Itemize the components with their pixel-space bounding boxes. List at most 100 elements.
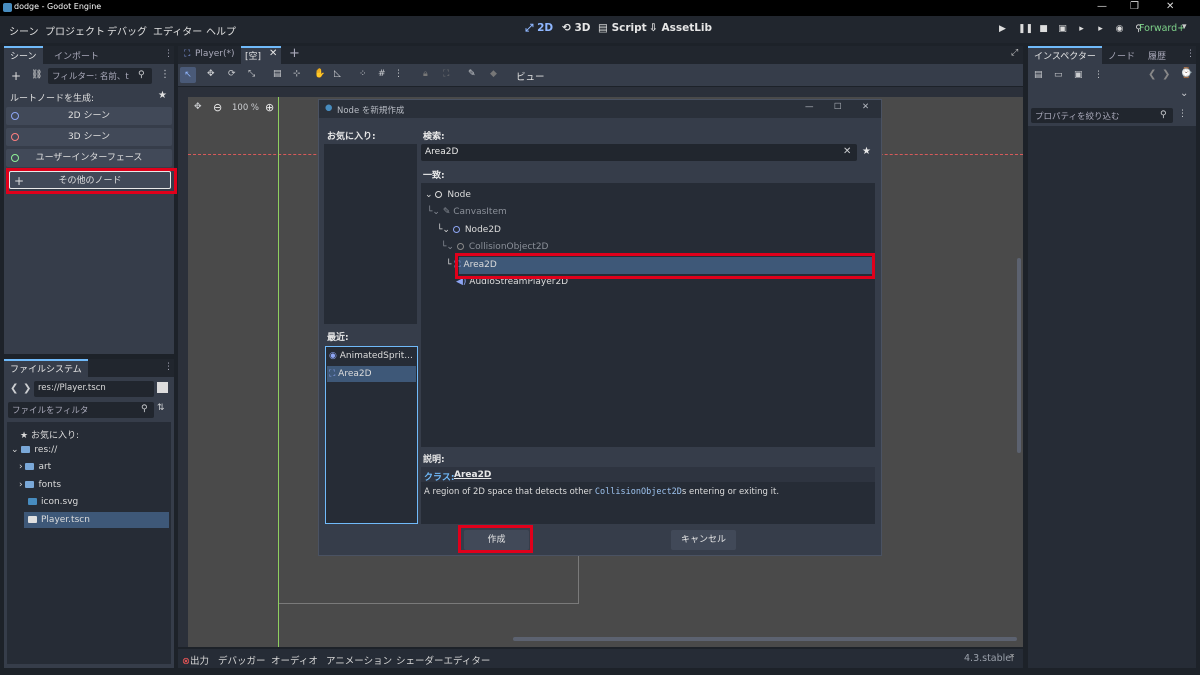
view-menu[interactable]: ビュー bbox=[516, 69, 545, 83]
center-view-icon[interactable]: ✥ bbox=[194, 102, 202, 112]
debugger-tab[interactable]: デバッガー bbox=[218, 653, 266, 667]
maximize-button[interactable]: ❐ bbox=[1130, 1, 1139, 12]
distraction-free-icon[interactable]: ⤢ bbox=[1011, 48, 1018, 58]
fs-menu-icon[interactable]: ⋮ bbox=[164, 362, 173, 372]
2d-scene-button[interactable]: 2D シーン bbox=[6, 107, 172, 125]
favorites-list[interactable] bbox=[324, 144, 417, 324]
pan-tool-icon[interactable]: ✋ bbox=[314, 69, 325, 79]
new-tab-icon[interactable]: + bbox=[289, 46, 300, 61]
viewport-hscrollbar[interactable] bbox=[513, 637, 1017, 641]
lock-icon[interactable]: 🔒︎ bbox=[423, 69, 428, 79]
ruler-tool-icon[interactable]: ◺ bbox=[334, 69, 341, 79]
remote-debug-icon[interactable]: ▣ bbox=[1057, 24, 1068, 35]
close-tab-icon[interactable]: ✕ bbox=[269, 48, 277, 59]
workspace-2d-button[interactable]: ⤢ 2D bbox=[525, 22, 553, 35]
pause-icon[interactable]: ❚❚ bbox=[1018, 24, 1033, 35]
history-back-icon[interactable]: ❮ bbox=[1148, 69, 1156, 80]
back-icon[interactable]: ❮ bbox=[10, 383, 18, 394]
renderer-dropdown-icon[interactable]: ▾ bbox=[1182, 22, 1187, 32]
menu-debug[interactable]: デバッグ bbox=[107, 23, 147, 38]
minimize-button[interactable]: — bbox=[1097, 1, 1107, 12]
skeleton-icon[interactable]: ✎ bbox=[468, 69, 476, 79]
workspace-assetlib-button[interactable]: ⇩ AssetLib bbox=[649, 22, 712, 34]
zoom-out-icon[interactable]: ⊖ bbox=[213, 101, 222, 114]
viewport-vscrollbar[interactable] bbox=[1017, 258, 1021, 453]
tab-history[interactable]: 履歴 bbox=[1142, 46, 1172, 64]
favorite-star-icon[interactable]: ★ bbox=[158, 90, 167, 101]
new-resource-icon[interactable]: ▤ bbox=[1034, 70, 1043, 80]
add-node-icon[interactable]: + bbox=[11, 69, 21, 83]
tab-empty-active[interactable]: [空] ✕ bbox=[241, 46, 281, 64]
shader-editor-tab[interactable]: シェーダーエディター bbox=[396, 653, 490, 667]
fs-path-input[interactable]: res://Player.tscn bbox=[34, 381, 154, 397]
group-icon[interactable]: ⛶ bbox=[443, 69, 449, 79]
zoom-in-icon[interactable]: ⊕ bbox=[265, 101, 274, 114]
tree-collisionobject2d[interactable]: └⌄ CollisionObject2D bbox=[441, 242, 549, 252]
tab-import[interactable]: インポート bbox=[48, 46, 105, 64]
history-list-icon[interactable]: ⌚ bbox=[1180, 68, 1192, 79]
audio-tab[interactable]: オーディオ bbox=[271, 653, 318, 667]
tree-node2d[interactable]: └⌄ Node2D bbox=[437, 225, 501, 235]
scale-tool-icon[interactable]: ⤡ bbox=[248, 69, 255, 79]
bone-icon[interactable]: ◆ bbox=[490, 69, 497, 79]
tab-scene[interactable]: シーン bbox=[4, 46, 43, 64]
split-mode-icon[interactable] bbox=[157, 382, 168, 393]
renderer-select[interactable]: Forward+ bbox=[1139, 23, 1185, 34]
search-input[interactable]: Area2D ✕ bbox=[421, 144, 857, 161]
inspector-options-icon[interactable]: ⋮ bbox=[1178, 109, 1187, 119]
object-list-icon[interactable]: ⌄ bbox=[1180, 88, 1188, 99]
select-tool-icon[interactable]: ↖ bbox=[180, 67, 196, 83]
cancel-button[interactable]: キャンセル bbox=[671, 530, 736, 550]
user-interface-button[interactable]: ユーザーインターフェース bbox=[6, 149, 172, 167]
fs-file-icon-svg[interactable]: icon.svg bbox=[28, 497, 78, 507]
dialog-close-icon[interactable]: ✕ bbox=[862, 102, 869, 112]
snap-options-icon[interactable]: ⋮ bbox=[394, 69, 403, 79]
class-name[interactable]: Area2D bbox=[454, 470, 491, 480]
sort-icon[interactable]: ⇅ bbox=[157, 403, 165, 413]
menu-editor[interactable]: エディター bbox=[153, 23, 202, 38]
match-tree[interactable] bbox=[421, 183, 875, 447]
dock-menu-icon[interactable]: ⋮ bbox=[164, 49, 173, 59]
play-icon[interactable]: ▶ bbox=[997, 24, 1008, 35]
fs-res-root[interactable]: ⌄ res:// bbox=[11, 445, 57, 455]
grid-snap-icon[interactable]: # bbox=[378, 69, 386, 79]
list-select-icon[interactable]: ▤ bbox=[273, 69, 282, 79]
smart-snap-icon[interactable]: ⁘ bbox=[359, 69, 367, 79]
tab-player[interactable]: Player(*) bbox=[195, 49, 235, 59]
favorite-toggle-star-icon[interactable]: ★ bbox=[862, 146, 871, 157]
zoom-level[interactable]: 100 % bbox=[232, 103, 259, 113]
link-icon[interactable]: ⛓ bbox=[31, 70, 42, 80]
tree-canvasitem[interactable]: └⌄ ✎ CanvasItem bbox=[427, 207, 507, 217]
dialog-maximize-icon[interactable]: ☐ bbox=[834, 102, 842, 112]
tree-node[interactable]: ⌄ Node bbox=[425, 190, 471, 200]
inspector-menu-icon[interactable]: ⋮ bbox=[1186, 49, 1195, 59]
fs-filter-input[interactable]: ファイルをフィルタ bbox=[8, 402, 154, 418]
clear-search-icon[interactable]: ✕ bbox=[843, 146, 851, 157]
rotate-tool-icon[interactable]: ⟳ bbox=[228, 69, 236, 79]
recent-item-area2d[interactable]: ⛶ Area2D bbox=[329, 369, 372, 379]
3d-scene-button[interactable]: 3D シーン bbox=[6, 128, 172, 146]
history-forward-icon[interactable]: ❯ bbox=[1162, 69, 1170, 80]
open-resource-icon[interactable]: ▭ bbox=[1054, 70, 1063, 80]
recent-item-animatedsprite[interactable]: ◉ AnimatedSprit... bbox=[329, 351, 413, 361]
workspace-script-button[interactable]: ▤ Script bbox=[598, 22, 647, 34]
tab-inspector[interactable]: インスペクター bbox=[1028, 46, 1102, 64]
scene-filter-input[interactable]: フィルター: 名前、t bbox=[48, 68, 152, 84]
recent-list[interactable]: ◉ AnimatedSprit... ⛶ Area2D bbox=[325, 346, 418, 524]
stop-icon[interactable]: ■ bbox=[1038, 24, 1049, 35]
property-filter-input[interactable]: プロパティを絞り込む bbox=[1031, 108, 1173, 123]
panel-expand-icon[interactable]: ⤒ bbox=[1010, 653, 1014, 664]
menu-help[interactable]: ヘルプ bbox=[206, 23, 236, 38]
resource-options-icon[interactable]: ⋮ bbox=[1094, 70, 1103, 80]
forward-icon[interactable]: ❯ bbox=[23, 383, 31, 394]
fs-favorites[interactable]: ★ お気に入り: bbox=[20, 428, 79, 441]
fs-folder-art[interactable]: › art bbox=[19, 462, 51, 472]
close-window-button[interactable]: ✕ bbox=[1166, 1, 1174, 12]
output-tab[interactable]: ⊗出力 bbox=[182, 653, 209, 667]
tab-filesystem[interactable]: ファイルシステム bbox=[4, 359, 88, 377]
play-custom-icon[interactable]: ▸ bbox=[1095, 24, 1106, 35]
workspace-3d-button[interactable]: ⟲ 3D bbox=[562, 22, 591, 34]
save-resource-icon[interactable]: ▣ bbox=[1074, 70, 1083, 80]
movie-maker-icon[interactable]: ◉ bbox=[1114, 24, 1125, 35]
animation-tab[interactable]: アニメーション bbox=[326, 653, 392, 667]
